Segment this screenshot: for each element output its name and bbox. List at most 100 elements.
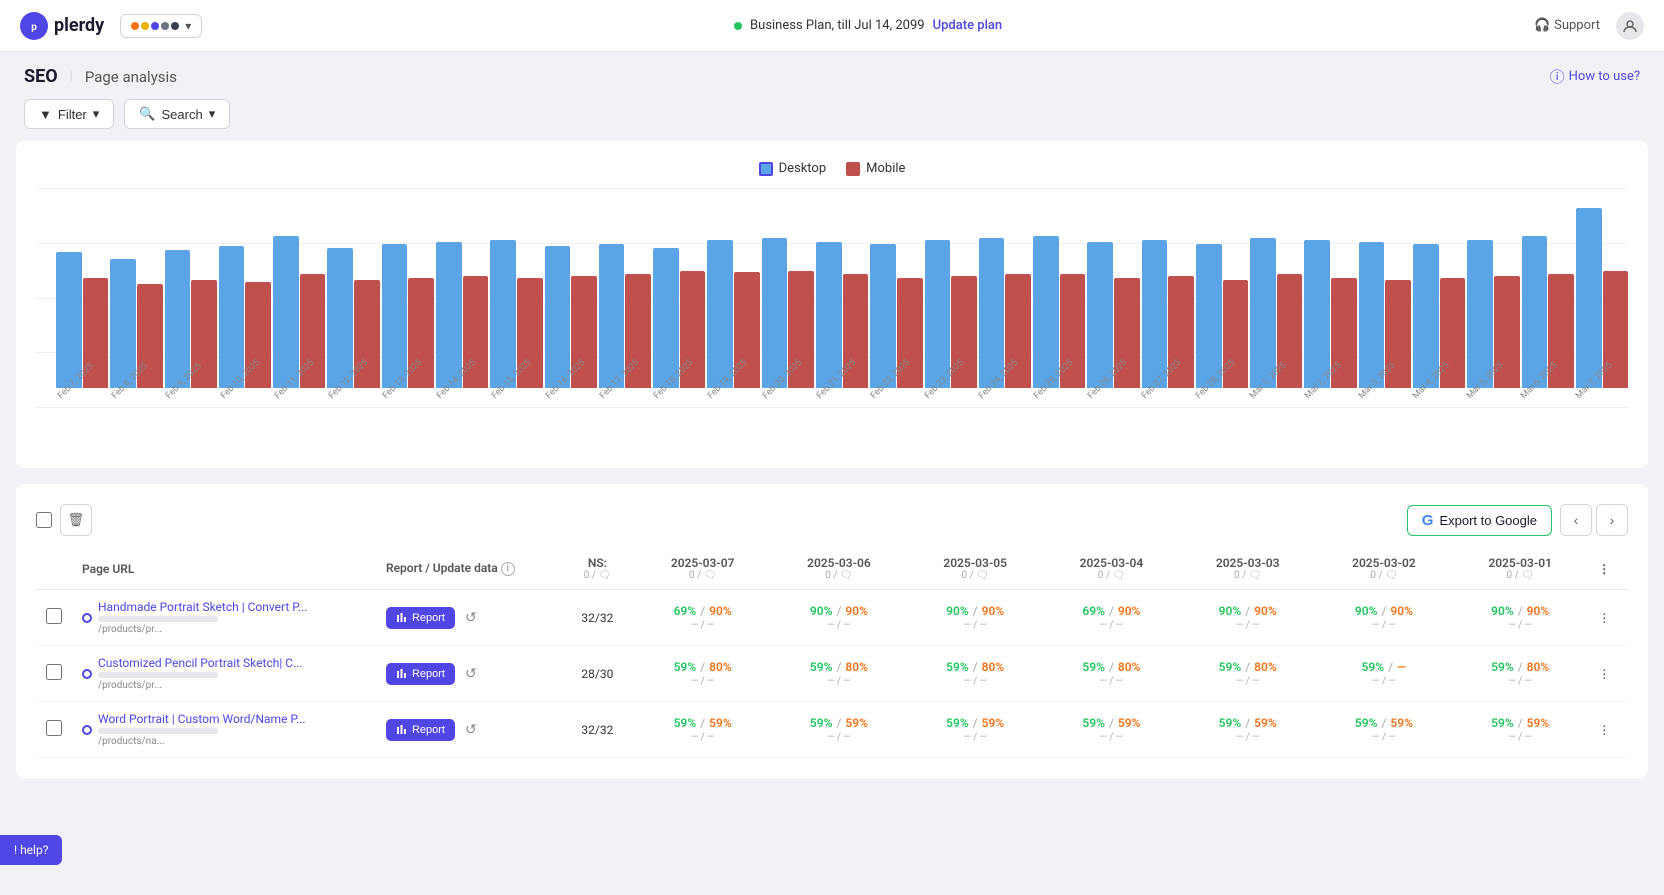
help-button[interactable]: ! help?: [0, 835, 62, 865]
plan-selector-arrow: ▾: [185, 19, 191, 33]
search-button[interactable]: 🔍 Search ▾: [124, 99, 230, 129]
legend-desktop: Desktop: [759, 161, 827, 176]
score-top: 59% / 59%: [1053, 716, 1169, 730]
report-button[interactable]: Report: [386, 663, 455, 685]
filter-button[interactable]: ▼ Filter ▾: [24, 99, 114, 129]
trash-icon: 🗑: [68, 512, 85, 528]
export-google-button[interactable]: G Export to Google: [1407, 505, 1552, 536]
score-top: 59% / 59%: [917, 716, 1033, 730]
score-bottom: — / —: [645, 620, 761, 631]
score-top: 90% / 90%: [917, 604, 1033, 618]
score-top: 69% / 90%: [645, 604, 761, 618]
question-icon: ⓘ: [1550, 66, 1565, 87]
desktop-bar: [1522, 236, 1548, 388]
table-row: Word Portrait | Custom Word/Name P... /p…: [36, 702, 1628, 758]
score-bottom: — / —: [917, 676, 1033, 687]
score-mobile: 90%: [982, 604, 1005, 618]
score-desktop: 59%: [1362, 660, 1385, 674]
score-mobile: 90%: [1390, 604, 1413, 618]
refresh-button[interactable]: ↺: [461, 605, 481, 630]
update-plan-link[interactable]: Update plan: [933, 18, 1003, 33]
desktop-bar: [219, 246, 245, 388]
score-desktop: 90%: [810, 604, 833, 618]
next-arrow-button[interactable]: ›: [1596, 504, 1628, 536]
desktop-bar: [165, 250, 191, 388]
score-desktop: 59%: [946, 660, 969, 674]
score-bottom: — / —: [781, 620, 897, 631]
score-desktop: 59%: [1355, 716, 1378, 730]
user-avatar[interactable]: [1616, 12, 1644, 40]
bar-group: [273, 236, 325, 388]
score-cell: 90% / 90% — / —: [1180, 590, 1316, 646]
plan-selector[interactable]: ▾: [120, 14, 202, 38]
score-desktop: 59%: [1082, 716, 1105, 730]
report-icon: [396, 724, 408, 736]
score-cell: 90% / 90% — / —: [1452, 590, 1588, 646]
score-bottom: — / —: [1326, 676, 1442, 687]
desktop-bar: [1576, 208, 1602, 388]
chart-area: Feb 7, 2025Feb 8, 2025Feb 9, 2025Feb 10,…: [36, 188, 1628, 448]
score-bottom: — / —: [1190, 676, 1306, 687]
url-link[interactable]: Word Portrait | Custom Word/Name P...: [98, 712, 306, 726]
score-cell: 59% / 80% — / —: [1043, 646, 1179, 702]
score-desktop: 69%: [674, 604, 697, 618]
how-to-use-link[interactable]: ⓘ How to use?: [1550, 66, 1640, 87]
score-mobile: 59%: [1254, 716, 1277, 730]
more-options-cell[interactable]: ⋮: [1588, 590, 1628, 646]
row-checkbox[interactable]: [46, 720, 62, 736]
score-mobile: 90%: [1527, 604, 1550, 618]
refresh-button[interactable]: ↺: [461, 661, 481, 686]
search-icon: 🔍: [139, 106, 155, 122]
row-checkbox[interactable]: [46, 608, 62, 624]
headset-icon: 🎧: [1534, 18, 1550, 33]
score-top: 59% / 59%: [1326, 716, 1442, 730]
url-link[interactable]: Customized Pencil Portrait Sketch| C...: [98, 656, 303, 670]
report-info-icon[interactable]: i: [501, 562, 515, 576]
more-options-cell[interactable]: ⋮: [1588, 702, 1628, 758]
plan-status-dot: [734, 22, 742, 30]
url-link[interactable]: Handmade Portrait Sketch | Convert P...: [98, 600, 307, 614]
refresh-button[interactable]: ↺: [461, 717, 481, 742]
row-checkbox[interactable]: [46, 664, 62, 680]
score-cell: 59% / 80% — / —: [771, 646, 907, 702]
report-button[interactable]: Report: [386, 719, 455, 741]
filter-chevron-icon: ▾: [93, 106, 100, 122]
score-mobile: 59%: [1118, 716, 1141, 730]
desktop-bar: [653, 248, 679, 388]
report-cell: Report ↺: [376, 702, 560, 758]
more-options-cell[interactable]: ⋮: [1588, 646, 1628, 702]
score-mobile: 80%: [1254, 660, 1277, 674]
score-cell: 59% / 59% — / —: [1043, 702, 1179, 758]
delete-button[interactable]: 🗑: [60, 504, 92, 536]
support-label: Support: [1554, 18, 1600, 33]
google-icon: G: [1422, 512, 1434, 529]
score-bottom: — / —: [1462, 732, 1578, 743]
score-desktop: 69%: [1082, 604, 1105, 618]
score-desktop: 59%: [1491, 716, 1514, 730]
plan-label: Business Plan, till Jul 14, 2099: [750, 18, 925, 33]
score-top: 59% / 80%: [1053, 660, 1169, 674]
chart-panel: Desktop Mobile Feb 7, 2025Feb 8, 2025Feb…: [16, 141, 1648, 468]
support-button[interactable]: 🎧 Support: [1534, 18, 1600, 33]
col-header-date-1: 2025-03-06 0 / 🗨: [771, 548, 907, 590]
prev-arrow-button[interactable]: ‹: [1560, 504, 1592, 536]
report-cell: Report ↺: [376, 590, 560, 646]
score-cell: 59% / 80% — / —: [907, 646, 1043, 702]
filter-icon: ▼: [39, 107, 52, 122]
table-row: Handmade Portrait Sketch | Convert P... …: [36, 590, 1628, 646]
select-all-checkbox[interactable]: [36, 512, 52, 528]
nav-arrows: ‹ ›: [1560, 504, 1628, 536]
desktop-bar: [870, 244, 896, 388]
col-header-ns: NS: 0 / 🗨: [560, 548, 634, 590]
report-icon: [396, 612, 408, 624]
report-button[interactable]: Report: [386, 607, 455, 629]
table-toolbar: 🗑 G Export to Google ‹ ›: [36, 504, 1628, 548]
report-icon: [396, 668, 408, 680]
col-header-date-4: 2025-03-03 0 / 🗨: [1180, 548, 1316, 590]
score-desktop: 59%: [1219, 716, 1242, 730]
url-cell: Handmade Portrait Sketch | Convert P... …: [72, 590, 376, 646]
score-top: 90% / 90%: [1190, 604, 1306, 618]
desktop-bar: [1359, 242, 1385, 388]
score-top: 90% / 90%: [1326, 604, 1442, 618]
desktop-bar: [1142, 240, 1168, 388]
